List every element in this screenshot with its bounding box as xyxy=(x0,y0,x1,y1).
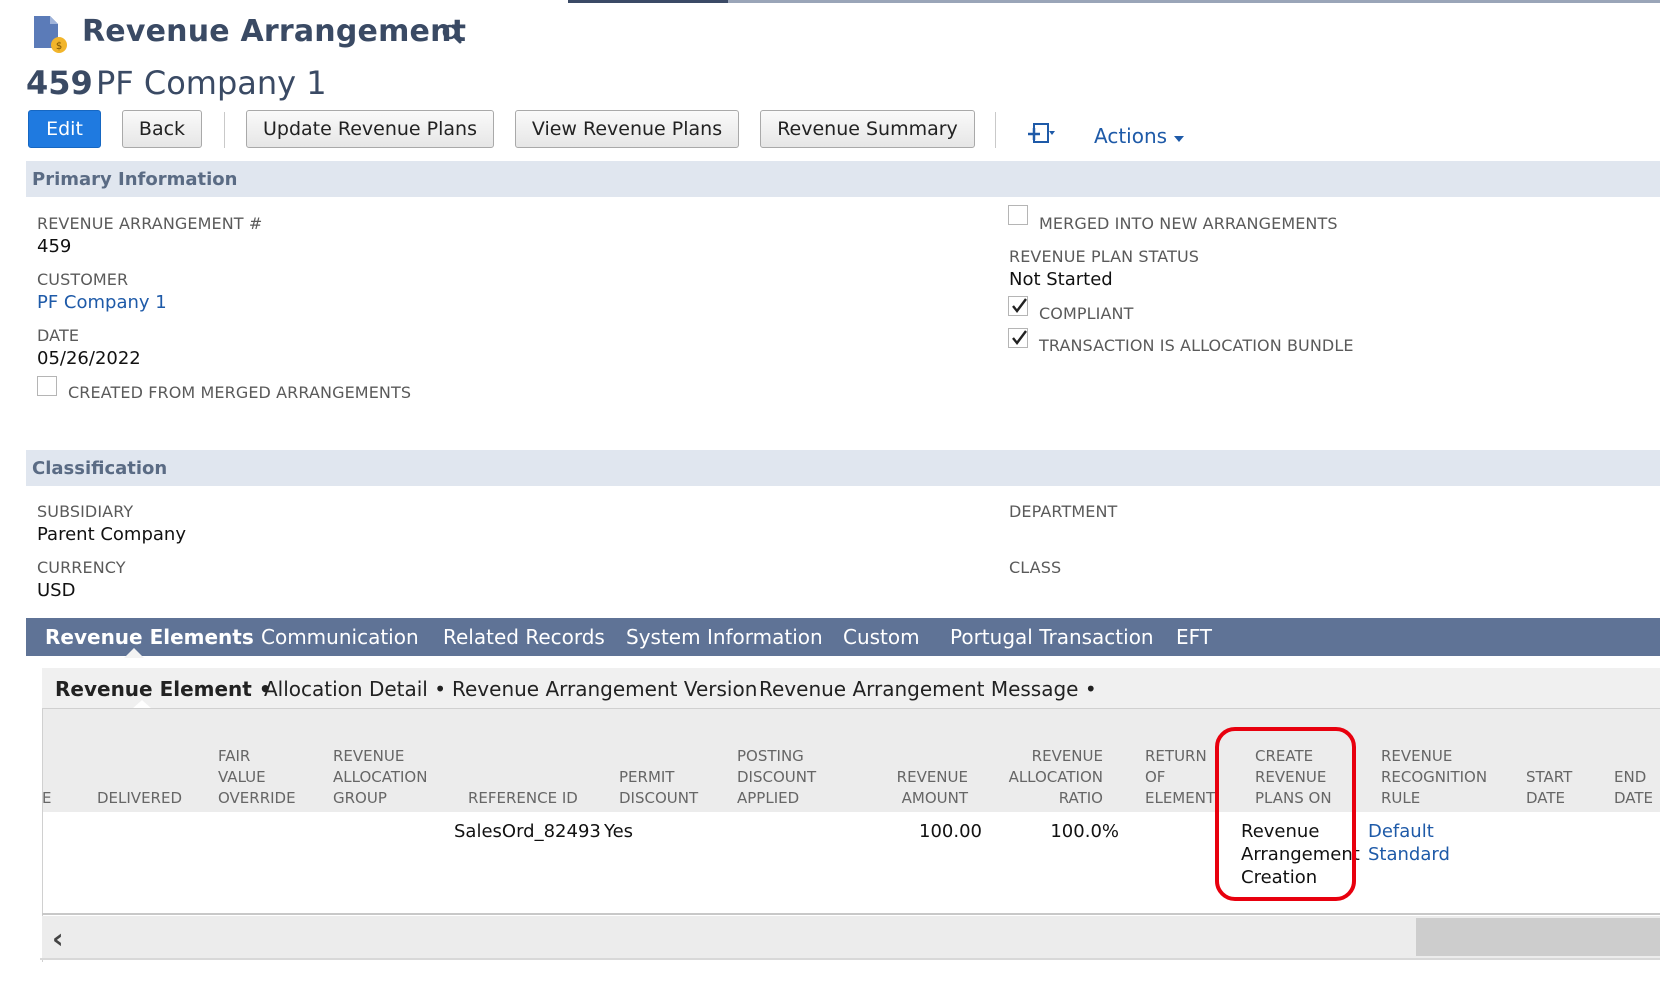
actions-menu[interactable]: Actions xyxy=(1094,124,1185,148)
update-revenue-plans-button[interactable]: Update Revenue Plans xyxy=(246,110,494,148)
top-accent-line-light xyxy=(728,0,1660,3)
new-record-icon[interactable] xyxy=(1026,120,1056,148)
column-header-allocation-ratio[interactable]: Revenue Allocation Ratio xyxy=(990,746,1103,809)
scrollbar-thumb[interactable] xyxy=(1416,918,1660,956)
record-name: PF Company 1 xyxy=(96,64,327,102)
allocation-bundle-label: Transaction Is Allocation Bundle xyxy=(1039,336,1354,355)
classification-bar[interactable] xyxy=(26,450,1660,486)
column-header-return-of-element[interactable]: Return Of Element xyxy=(1145,746,1215,809)
column-header-end-date[interactable]: End Date xyxy=(1614,767,1653,809)
department-label: Department xyxy=(1009,502,1118,521)
classification-title: Classification xyxy=(32,458,168,479)
top-accent-line xyxy=(568,0,728,3)
search-icon[interactable] xyxy=(440,22,464,46)
page-title: Revenue Arrangement xyxy=(82,14,467,49)
revenue-summary-button[interactable]: Revenue Summary xyxy=(760,110,975,148)
toolbar-separator xyxy=(995,112,996,148)
column-header-allocation-group[interactable]: Revenue Allocation Group xyxy=(333,746,427,809)
tab-custom[interactable]: Custom xyxy=(843,625,920,649)
scroll-left-icon[interactable]: ‹ xyxy=(52,922,64,955)
column-header-permit-discount[interactable]: Permit Discount xyxy=(619,767,698,809)
subsidiary-label: Subsidiary xyxy=(37,502,134,521)
column-header-posting-discount[interactable]: Posting Discount Applied xyxy=(737,746,816,809)
back-button[interactable]: Back xyxy=(122,110,202,148)
checkmark-icon xyxy=(1012,298,1027,313)
tab-eft[interactable]: EFT xyxy=(1176,625,1212,649)
record-id: 459 xyxy=(26,64,93,102)
compliant-label: Compliant xyxy=(1039,304,1134,323)
tab-communication[interactable]: Communication xyxy=(261,625,419,649)
cell-permit-discount: Yes xyxy=(604,821,634,842)
arrangement-number-label: Revenue Arrangement # xyxy=(37,214,263,233)
customer-label: Customer xyxy=(37,270,129,289)
subsidiary-value: Parent Company xyxy=(37,524,186,545)
merged-into-new-checkbox[interactable] xyxy=(1008,205,1028,225)
revenue-arrangement-icon: $ xyxy=(34,16,67,53)
currency-label: Currency xyxy=(37,558,126,577)
subtab-arrangement-version[interactable]: Revenue Arrangement Version xyxy=(452,677,757,701)
column-header-e[interactable]: E xyxy=(42,788,51,809)
grid-bottom-border xyxy=(40,958,1660,960)
svg-text:$: $ xyxy=(56,41,62,52)
subtab-revenue-element[interactable]: Revenue Element • xyxy=(55,677,272,701)
tab-revenue-elements[interactable]: Revenue Elements xyxy=(45,625,254,649)
column-header-revenue-amount[interactable]: Revenue Amount xyxy=(872,767,968,809)
customer-link[interactable]: PF Company 1 xyxy=(37,292,167,313)
merged-into-new-label: Merged Into New Arrangements xyxy=(1039,214,1338,233)
active-tab-pointer xyxy=(124,648,144,658)
date-label: Date xyxy=(37,326,80,345)
tab-portugal-transaction[interactable]: Portugal Transaction xyxy=(950,625,1154,649)
edit-button[interactable]: Edit xyxy=(28,110,101,148)
highlight-annotation xyxy=(1215,727,1356,901)
compliant-checkbox[interactable] xyxy=(1008,296,1028,316)
created-from-merged-checkbox[interactable] xyxy=(37,376,57,396)
column-header-delivered[interactable]: Delivered xyxy=(97,788,182,809)
allocation-bundle-checkbox[interactable] xyxy=(1008,328,1028,348)
chevron-down-icon xyxy=(1174,135,1185,142)
cell-allocation-ratio: 100.0% xyxy=(1050,821,1119,842)
grid-divider xyxy=(42,913,1660,915)
tab-system-information[interactable]: System Information xyxy=(626,625,823,649)
cell-revenue-amount: 100.00 xyxy=(919,821,982,842)
checkmark-icon xyxy=(1012,330,1027,345)
created-from-merged-label: Created From Merged Arrangements xyxy=(68,383,412,402)
tab-related-records[interactable]: Related Records xyxy=(443,625,605,649)
column-header-start-date[interactable]: Start Date xyxy=(1526,767,1572,809)
primary-information-bar[interactable] xyxy=(26,161,1660,197)
primary-information-title: Primary Information xyxy=(32,169,238,190)
column-header-reference-id[interactable]: Reference ID xyxy=(468,788,578,809)
plan-status-value: Not Started xyxy=(1009,269,1113,290)
cell-reference-id: SalesOrd_82493 xyxy=(454,821,601,842)
view-revenue-plans-button[interactable]: View Revenue Plans xyxy=(515,110,739,148)
class-label: Class xyxy=(1009,558,1062,577)
currency-value: USD xyxy=(37,580,76,601)
date-value: 05/26/2022 xyxy=(37,348,141,369)
toolbar-separator xyxy=(224,112,225,148)
column-header-recognition-rule[interactable]: Revenue Recognition Rule xyxy=(1381,746,1487,809)
arrangement-number-value: 459 xyxy=(37,236,72,257)
actions-label: Actions xyxy=(1094,124,1168,148)
cell-recognition-rule-link[interactable]: Default Standard xyxy=(1368,820,1450,866)
plan-status-label: Revenue Plan Status xyxy=(1009,247,1200,266)
column-header-fair-value-override[interactable]: Fair Value Override xyxy=(218,746,296,809)
subtab-arrangement-message[interactable]: Revenue Arrangement Message • xyxy=(759,677,1097,701)
subtab-allocation-detail[interactable]: Allocation Detail • xyxy=(264,677,446,701)
